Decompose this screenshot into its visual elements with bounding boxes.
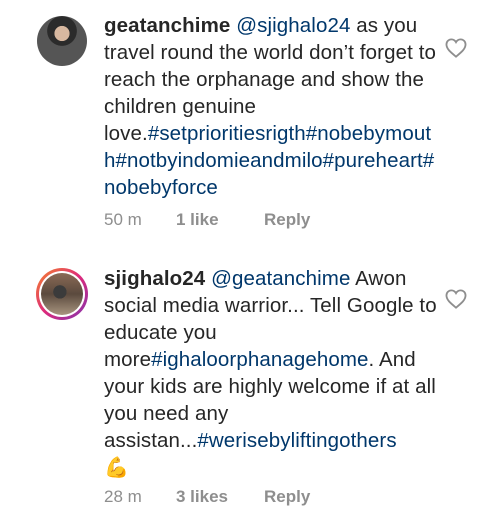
avatar[interactable] <box>37 16 87 66</box>
comment-meta: 28 m 3 likes Reply <box>104 487 310 507</box>
reply-button[interactable]: Reply <box>264 210 310 230</box>
comment-mention[interactable]: @geatanchime <box>211 267 350 290</box>
flexed-biceps-emoji: 💪 <box>104 457 130 479</box>
comment-time: 50 m <box>104 210 142 229</box>
avatar[interactable] <box>36 268 88 320</box>
comment-username[interactable]: sjighalo24 <box>104 267 205 290</box>
avatar-photo <box>41 273 83 315</box>
comment-likes[interactable]: 3 likes <box>176 487 264 507</box>
comment-body: sjighalo24 @geatanchime Awon social medi… <box>104 265 440 482</box>
comment-hashtags[interactable]: #setprioritiesrigth#nobebymouth#notbyind… <box>104 122 434 199</box>
comment-username[interactable]: geatanchime <box>104 14 230 37</box>
comment-hashtag[interactable]: #ighaloorphanagehome <box>151 348 368 371</box>
reply-button[interactable]: Reply <box>264 487 310 507</box>
comment-mention[interactable]: @sjighalo24 <box>236 14 350 37</box>
comment-time: 28 m <box>104 487 142 506</box>
heart-outline-icon[interactable] <box>445 289 467 309</box>
heart-outline-icon[interactable] <box>445 38 467 58</box>
comment-body: geatanchime @sjighalo24 as you travel ro… <box>104 12 440 201</box>
comment-hashtag[interactable]: #werisebyliftingothers <box>197 429 396 452</box>
avatar-story-ring <box>39 271 85 317</box>
comment-likes[interactable]: 1 like <box>176 210 264 230</box>
comment-meta: 50 m 1 like Reply <box>104 210 310 230</box>
